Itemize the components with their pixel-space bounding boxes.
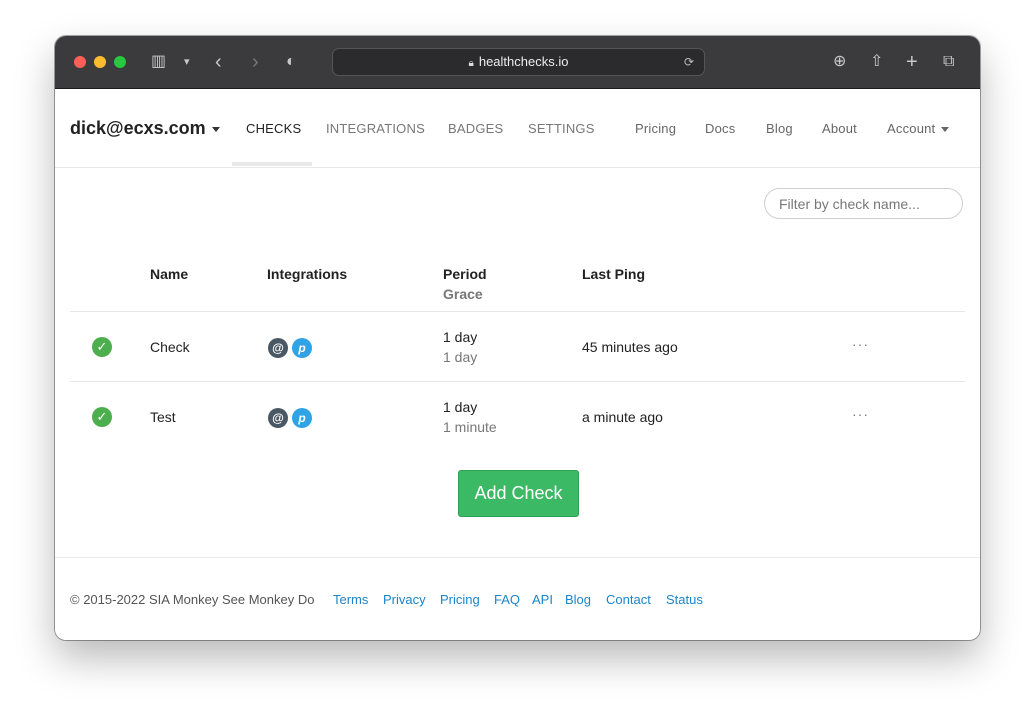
filter-input[interactable]: Filter by check name... bbox=[764, 188, 963, 219]
nav-badges[interactable]: BADGES bbox=[448, 121, 503, 136]
pushover-integration-icon[interactable]: p bbox=[292, 408, 312, 428]
close-window-button[interactable] bbox=[74, 56, 86, 68]
address-bar-url: healthchecks.io bbox=[478, 54, 569, 69]
top-navbar: dick@ecxs.com CHECKS INTEGRATIONS BADGES… bbox=[55, 89, 980, 168]
forward-icon[interactable]: › bbox=[252, 52, 259, 72]
nav-blog[interactable]: Blog bbox=[766, 121, 793, 136]
check-period: 1 day bbox=[443, 399, 478, 415]
nav-checks[interactable]: CHECKS bbox=[246, 121, 301, 136]
email-integration-icon[interactable]: @ bbox=[268, 408, 288, 428]
footer-link-status[interactable]: Status bbox=[666, 592, 703, 607]
header-grace: Grace bbox=[443, 286, 483, 302]
nav-docs[interactable]: Docs bbox=[705, 121, 735, 136]
check-grace: 1 minute bbox=[443, 419, 497, 435]
nav-about[interactable]: About bbox=[822, 121, 857, 136]
nav-integrations[interactable]: INTEGRATIONS bbox=[326, 121, 425, 136]
new-tab-icon[interactable]: + bbox=[906, 52, 918, 72]
lock-icon: 🔒︎ bbox=[468, 58, 474, 69]
email-integration-icon[interactable]: @ bbox=[268, 338, 288, 358]
status-up-icon: ✓ bbox=[92, 337, 112, 357]
status-up-icon: ✓ bbox=[92, 407, 112, 427]
reload-icon[interactable]: ⟳ bbox=[684, 49, 694, 75]
more-options-icon[interactable]: ··· bbox=[852, 406, 869, 422]
footer-link-contact[interactable]: Contact bbox=[606, 592, 651, 607]
caret-down-icon bbox=[941, 127, 950, 133]
chevron-down-icon[interactable]: ▾ bbox=[184, 52, 190, 72]
footer-link-pricing[interactable]: Pricing bbox=[440, 592, 480, 607]
header-last-ping: Last Ping bbox=[582, 266, 646, 282]
footer-link-terms[interactable]: Terms bbox=[333, 592, 368, 607]
footer: © 2015-2022 SIA Monkey See Monkey Do Ter… bbox=[55, 557, 980, 640]
back-icon[interactable]: ‹ bbox=[215, 52, 222, 72]
nav-account-label: Account bbox=[887, 121, 936, 136]
header-period: Period bbox=[443, 266, 487, 282]
check-period: 1 day bbox=[443, 329, 478, 345]
nav-settings[interactable]: SETTINGS bbox=[528, 121, 595, 136]
footer-link-privacy[interactable]: Privacy bbox=[383, 592, 426, 607]
check-grace: 1 day bbox=[443, 349, 478, 365]
check-name[interactable]: Check bbox=[150, 339, 190, 355]
add-check-button[interactable]: Add Check bbox=[458, 470, 579, 517]
nav-pricing[interactable]: Pricing bbox=[635, 121, 676, 136]
nav-account[interactable]: Account bbox=[887, 121, 950, 136]
check-name[interactable]: Test bbox=[150, 409, 176, 425]
footer-link-faq[interactable]: FAQ bbox=[494, 592, 520, 607]
check-last-ping: a minute ago bbox=[582, 409, 663, 425]
address-bar[interactable]: 🔒︎ healthchecks.io ⟳ bbox=[332, 48, 705, 76]
download-icon[interactable]: ⊕ bbox=[833, 52, 846, 72]
header-name: Name bbox=[150, 266, 189, 282]
more-options-icon[interactable]: ··· bbox=[852, 336, 869, 352]
browser-titlebar: ▥ ▾ ‹ › ◐ 🔒︎ healthchecks.io ⟳ ⊕ ⇧ + ⧉ bbox=[55, 36, 980, 89]
privacy-shield-icon[interactable]: ◐ bbox=[286, 52, 296, 72]
tab-overview-icon[interactable]: ⧉ bbox=[943, 52, 954, 72]
brand-email: dick@ecxs.com bbox=[70, 118, 206, 138]
active-tab-indicator bbox=[232, 162, 312, 166]
footer-link-blog[interactable]: Blog bbox=[565, 592, 591, 607]
header-integrations: Integrations bbox=[267, 266, 348, 282]
footer-link-api[interactable]: API bbox=[532, 592, 553, 607]
share-icon[interactable]: ⇧ bbox=[870, 52, 883, 72]
table-row[interactable]: ✓ Check @ p 1 day 1 day 45 minutes ago ·… bbox=[70, 311, 965, 382]
pushover-integration-icon[interactable]: p bbox=[292, 338, 312, 358]
account-dropdown[interactable]: dick@ecxs.com bbox=[70, 118, 220, 139]
zoom-window-button[interactable] bbox=[114, 56, 126, 68]
sidebar-toggle-icon[interactable]: ▥ bbox=[151, 52, 166, 72]
minimize-window-button[interactable] bbox=[94, 56, 106, 68]
copyright: © 2015-2022 SIA Monkey See Monkey Do bbox=[70, 592, 315, 607]
check-last-ping: 45 minutes ago bbox=[582, 339, 678, 355]
table-row[interactable]: ✓ Test @ p 1 day 1 minute a minute ago ·… bbox=[70, 381, 965, 452]
browser-window: ▥ ▾ ‹ › ◐ 🔒︎ healthchecks.io ⟳ ⊕ ⇧ + ⧉ di… bbox=[55, 36, 980, 640]
caret-down-icon bbox=[211, 126, 220, 132]
